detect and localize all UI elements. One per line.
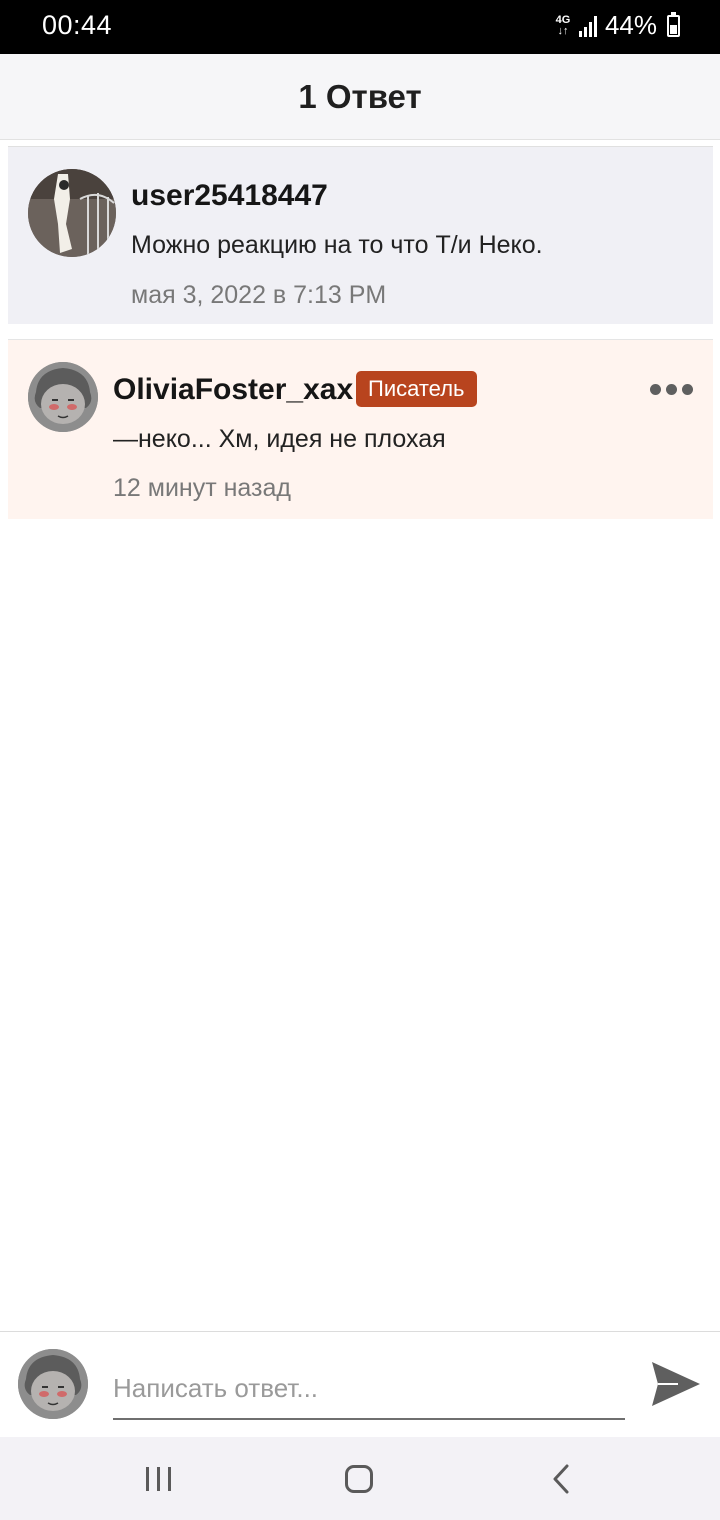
- reply-bar: [0, 1331, 720, 1437]
- username[interactable]: user25418447: [131, 179, 328, 213]
- send-icon[interactable]: [648, 1358, 704, 1410]
- status-indicators: 4G ↓↑ 44%: [555, 10, 680, 41]
- page-title: 1 Ответ: [298, 77, 422, 115]
- comment-timestamp: 12 минут назад: [113, 474, 291, 502]
- username[interactable]: OliviaFoster_xax: [113, 373, 353, 407]
- comment-text: Можно реакцию на то что Т/и Неко.: [131, 231, 543, 259]
- battery-icon: [667, 11, 680, 37]
- network-4g-icon: 4G ↓↑: [555, 13, 571, 37]
- recent-apps-icon[interactable]: [128, 1459, 188, 1499]
- avatar[interactable]: [28, 169, 116, 257]
- status-bar: 00:44 4G ↓↑ 44%: [0, 0, 720, 54]
- comment-timestamp: мая 3, 2022 в 7:13 PM: [131, 281, 387, 309]
- more-dots-icon[interactable]: [650, 384, 693, 395]
- status-time: 00:44: [42, 10, 113, 40]
- comment-text: —неко... Хм, идея не плохая: [113, 425, 446, 453]
- writer-badge: Писатель: [356, 371, 477, 407]
- reply-comment: OliviaFoster_xax Писатель —неко... Хм, и…: [8, 339, 713, 519]
- signal-icon: [578, 15, 597, 37]
- home-icon[interactable]: [329, 1459, 389, 1499]
- reply-input[interactable]: [113, 1358, 625, 1420]
- battery-percent: 44%: [604, 10, 657, 40]
- original-comment: user25418447 Можно реакцию на то что Т/и…: [8, 146, 713, 324]
- system-nav-bar: [0, 1437, 720, 1520]
- header: 1 Ответ: [0, 54, 720, 140]
- current-user-avatar: [18, 1349, 88, 1419]
- avatar[interactable]: [28, 362, 98, 432]
- back-icon[interactable]: [531, 1459, 591, 1499]
